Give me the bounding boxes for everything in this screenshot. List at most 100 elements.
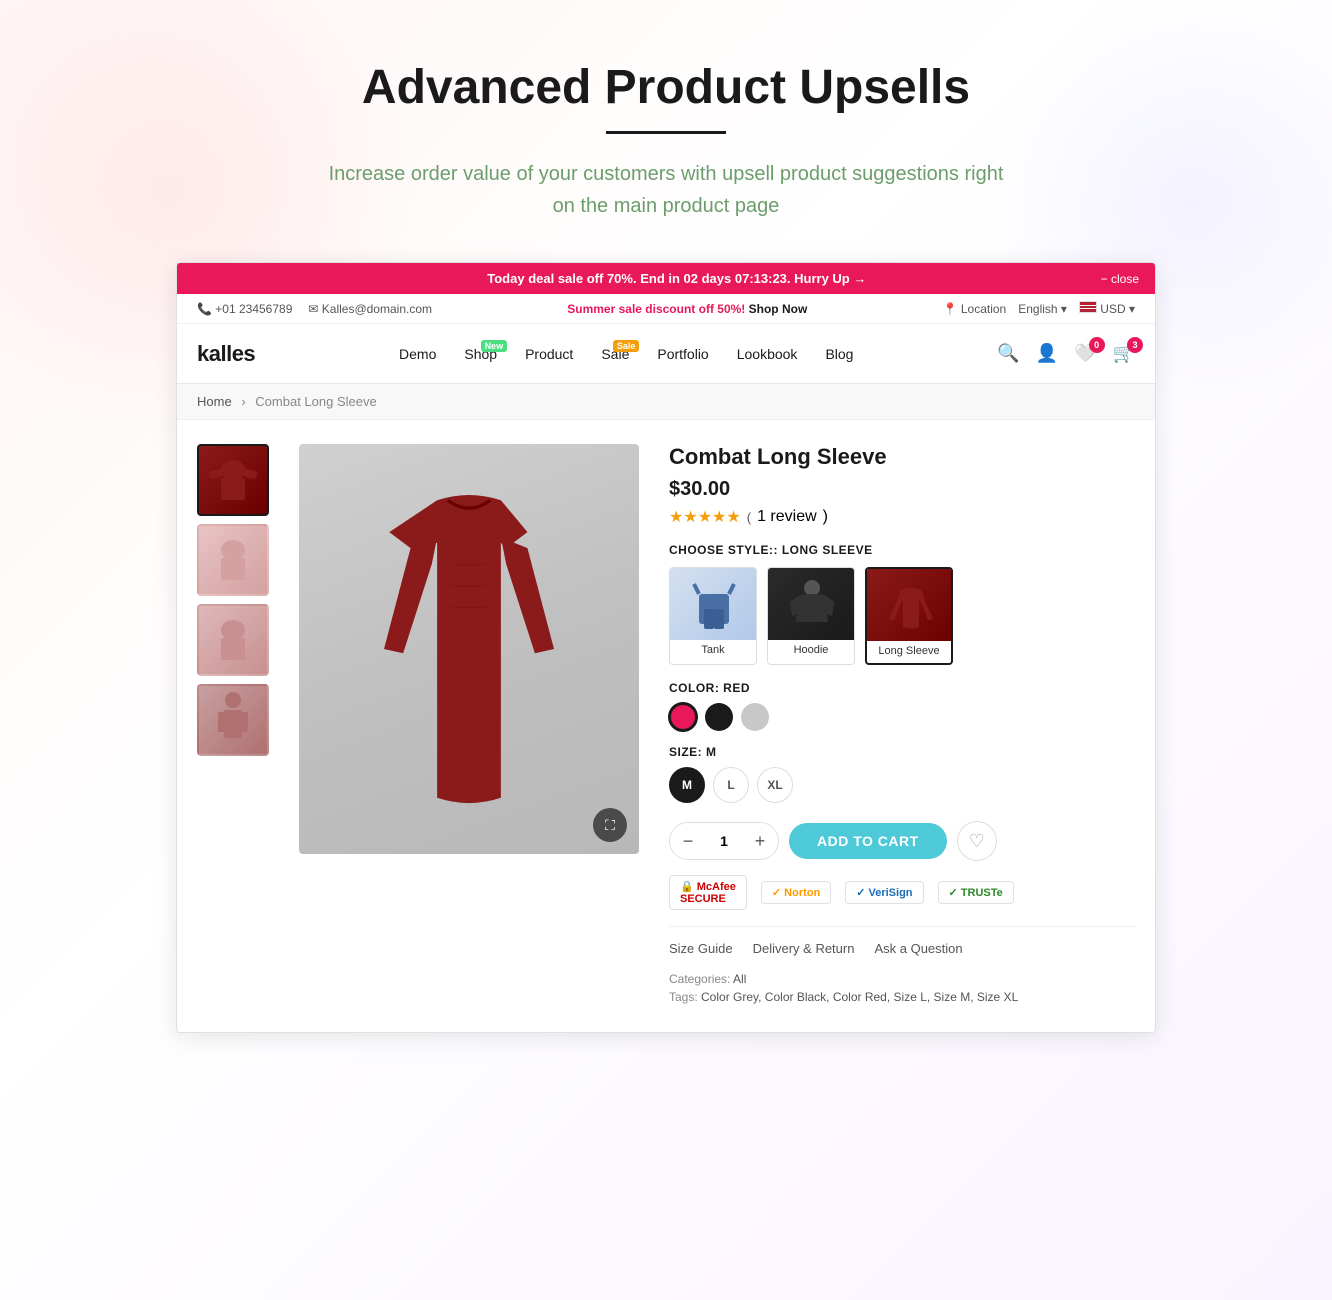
color-section: COLOR: RED: [669, 681, 1135, 731]
promo-text: Summer sale discount off 50%! Shop Now: [567, 302, 807, 316]
quantity-decrease[interactable]: −: [670, 823, 706, 859]
cart-icon[interactable]: 🛒 3: [1113, 343, 1135, 364]
site-logo[interactable]: kalles: [197, 341, 255, 367]
nav-demo[interactable]: Demo: [387, 340, 448, 368]
size-xl[interactable]: XL: [757, 767, 793, 803]
tab-delivery-return[interactable]: Delivery & Return: [753, 941, 855, 960]
email-address: ✉ Kalles@domain.com: [308, 302, 432, 316]
review-count: (: [747, 510, 751, 525]
currency-selector[interactable]: USD ▾: [1079, 301, 1135, 316]
nav-sale[interactable]: Sale Sale: [589, 340, 641, 368]
add-to-cart-button[interactable]: ADD TO CART: [789, 823, 947, 859]
language-selector[interactable]: English ▾: [1018, 302, 1067, 316]
style-label: CHOOSE STYLE:: LONG SLEEVE: [669, 543, 1135, 557]
nav-bar: kalles Demo Shop New Product Sale Sale P…: [177, 324, 1155, 384]
expand-image-button[interactable]: ⛶: [593, 808, 627, 842]
nav-lookbook[interactable]: Lookbook: [725, 340, 810, 368]
thumb-shirt-icon-2: [203, 530, 263, 590]
announcement-close[interactable]: − close: [1101, 272, 1139, 286]
quantity-input[interactable]: [706, 833, 742, 849]
thumbnail-1[interactable]: [197, 444, 269, 516]
truste-badge: ✓ TRUSTe: [938, 881, 1014, 904]
announcement-prefix: Today deal sale off: [487, 271, 607, 286]
longsleeve-svg: [881, 575, 941, 635]
nav-blog[interactable]: Blog: [813, 340, 865, 368]
thumbnail-list: [197, 444, 269, 1008]
star-rating: ★★★★★: [669, 507, 741, 527]
style-tank-img: [670, 568, 757, 640]
tab-ask-question[interactable]: Ask a Question: [874, 941, 962, 960]
quantity-control: − +: [669, 822, 779, 860]
thumbnail-2[interactable]: [197, 524, 269, 596]
announcement-text: Today deal sale off 70%. End in 02 days …: [253, 271, 1101, 286]
announcement-mid: . End in: [633, 271, 684, 286]
verisign-badge: ✓ VeriSign: [845, 881, 923, 904]
nav-product[interactable]: Product: [513, 340, 585, 368]
store-frame: Today deal sale off 70%. End in 02 days …: [176, 262, 1156, 1033]
thumbnail-3[interactable]: [197, 604, 269, 676]
product-tags: Tags: Color Grey, Color Black, Color Red…: [669, 990, 1135, 1004]
main-image-bg: [299, 444, 639, 854]
page-subtitle: Increase order value of your customers w…: [316, 158, 1016, 222]
style-longsleeve-img: [867, 569, 953, 641]
product-categories: Categories: All: [669, 972, 1135, 986]
tab-size-guide[interactable]: Size Guide: [669, 941, 733, 960]
review-count-text: 1 review: [757, 508, 817, 526]
announcement-suffix: . Hurry Up →: [787, 271, 866, 286]
product-section: ⛶ Combat Long Sleeve $30.00 ★★★★★ (1 rev…: [177, 420, 1155, 1032]
nav-portfolio[interactable]: Portfolio: [645, 340, 720, 368]
size-section: SIZE: M M L XL: [669, 745, 1135, 803]
thumbnail-4[interactable]: [197, 684, 269, 756]
size-options: M L XL: [669, 767, 1135, 803]
style-option-longsleeve[interactable]: Long Sleeve: [865, 567, 953, 665]
style-hoodie-img: [768, 568, 855, 640]
wishlist-button[interactable]: ♡: [957, 821, 997, 861]
account-icon[interactable]: 👤: [1036, 343, 1058, 364]
page-title: Advanced Product Upsells: [20, 60, 1312, 115]
wishlist-icon[interactable]: 🤍 0: [1074, 343, 1096, 364]
nav-shop[interactable]: Shop New: [452, 340, 509, 368]
quantity-increase[interactable]: +: [742, 823, 778, 859]
color-swatch-gray[interactable]: [741, 703, 769, 731]
nav-links: Demo Shop New Product Sale Sale Portfoli…: [387, 340, 865, 368]
location-label: 📍 Location: [943, 302, 1007, 316]
style-hoodie-label: Hoodie: [768, 644, 854, 656]
style-options: Tank Hoodie: [669, 567, 1135, 665]
color-swatch-black[interactable]: [705, 703, 733, 731]
product-info: Combat Long Sleeve $30.00 ★★★★★ (1 revie…: [669, 444, 1135, 1008]
breadcrumb-home[interactable]: Home: [197, 394, 232, 409]
norton-badge: ✓ Norton: [761, 881, 831, 904]
tank-svg: [684, 574, 744, 634]
product-name: Combat Long Sleeve: [669, 444, 1135, 470]
shop-badge: New: [481, 340, 508, 352]
top-bar: 📞 +01 23456789 ✉ Kalles@domain.com Summe…: [177, 294, 1155, 324]
size-l[interactable]: L: [713, 767, 749, 803]
search-icon[interactable]: 🔍: [997, 343, 1019, 364]
sale-badge: Sale: [613, 340, 640, 352]
style-section: CHOOSE STYLE:: LONG SLEEVE: [669, 543, 1135, 665]
shop-now-link[interactable]: Shop Now: [749, 302, 808, 316]
product-shirt-svg: [359, 479, 579, 819]
breadcrumb-current: Combat Long Sleeve: [255, 394, 376, 409]
style-longsleeve-label: Long Sleeve: [867, 645, 951, 657]
title-divider: [606, 131, 726, 134]
announcement-discount: 70%: [607, 271, 633, 286]
size-label: SIZE: M: [669, 745, 1135, 759]
hoodie-svg: [782, 574, 842, 634]
style-option-tank[interactable]: Tank: [669, 567, 757, 665]
thumb-shirt-icon-1: [203, 450, 263, 510]
breadcrumb: Home › Combat Long Sleeve: [177, 384, 1155, 420]
breadcrumb-separator: ›: [241, 394, 245, 409]
product-price: $30.00: [669, 478, 1135, 501]
info-tabs: Size Guide Delivery & Return Ask a Quest…: [669, 926, 1135, 960]
main-product-image: ⛶: [299, 444, 639, 854]
announcement-bar: Today deal sale off 70%. End in 02 days …: [177, 263, 1155, 294]
announcement-countdown: 02 days 07:13:23: [684, 271, 787, 286]
phone-number: 📞 +01 23456789: [197, 302, 292, 316]
size-m[interactable]: M: [669, 767, 705, 803]
thumb-model-icon: [208, 690, 258, 750]
cart-count: 3: [1127, 337, 1143, 353]
color-swatch-red[interactable]: [669, 703, 697, 731]
style-tank-label: Tank: [670, 644, 756, 656]
style-option-hoodie[interactable]: Hoodie: [767, 567, 855, 665]
